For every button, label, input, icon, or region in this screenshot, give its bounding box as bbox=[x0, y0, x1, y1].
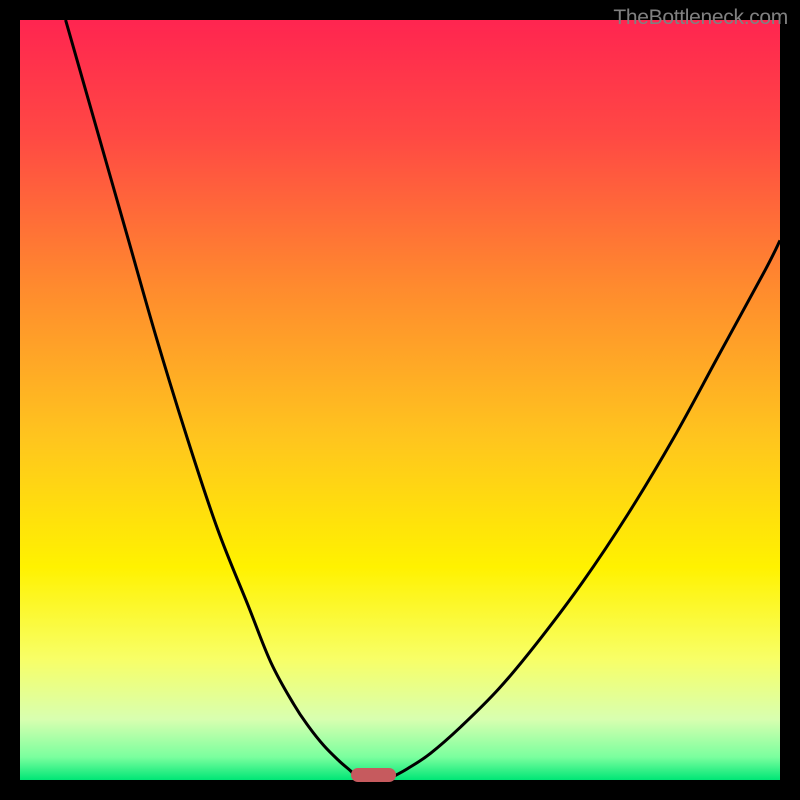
curve-left bbox=[66, 20, 356, 777]
optimal-marker bbox=[351, 768, 397, 782]
bottleneck-curves bbox=[20, 20, 780, 780]
plot-area bbox=[20, 20, 780, 780]
attribution-label: TheBottleneck.com bbox=[613, 6, 788, 30]
curve-right bbox=[392, 240, 780, 777]
